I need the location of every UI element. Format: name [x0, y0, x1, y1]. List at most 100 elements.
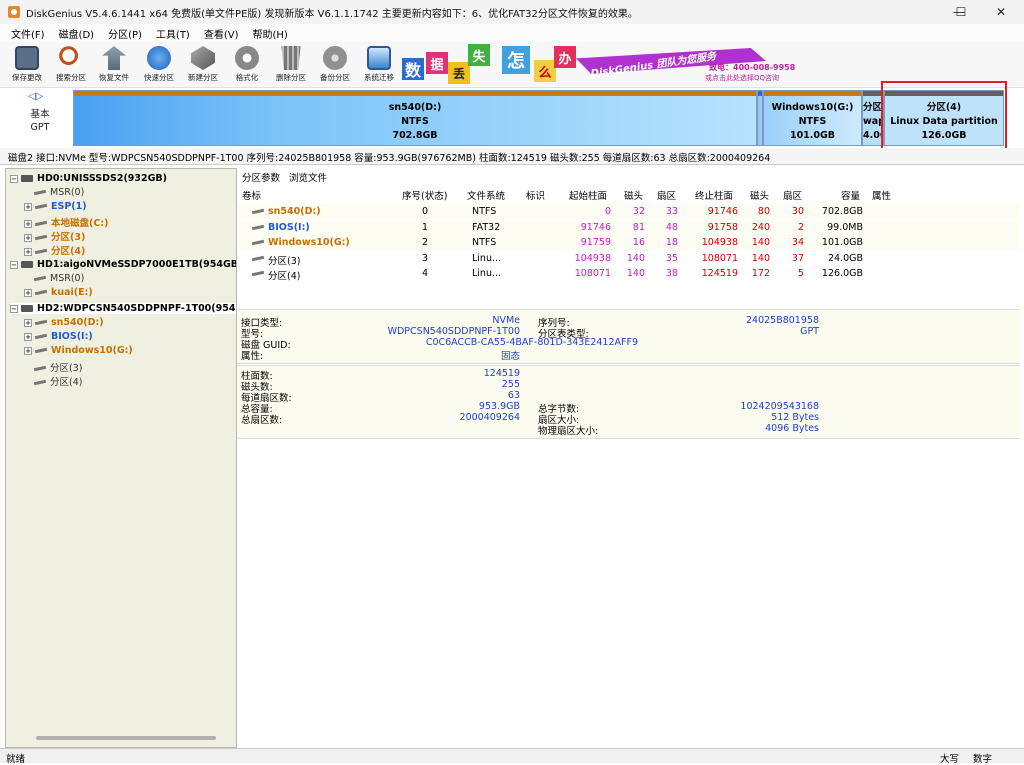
menu-view[interactable]: 查看(V)	[204, 26, 239, 41]
tab-browse-files[interactable]: 浏览文件	[289, 173, 327, 184]
expand-icon[interactable]: +	[24, 247, 32, 256]
collapse-icon[interactable]: −	[10, 260, 18, 269]
cell-eh: 240	[751, 221, 770, 233]
expand-icon[interactable]: +	[24, 288, 32, 297]
format-icon	[235, 46, 259, 70]
menu-bar: 文件(F) 磁盘(D) 分区(P) 工具(T) 查看(V) 帮助(H)	[0, 24, 1024, 42]
menu-partition[interactable]: 分区(P)	[108, 26, 142, 41]
delete-partition-button[interactable]: 删除分区	[270, 44, 312, 83]
menu-file[interactable]: 文件(F)	[11, 26, 45, 41]
table-row[interactable]: BIOS(I:) 1 FAT32 91746 81 48 91758 240 2 99.0MB	[238, 219, 1020, 235]
cell-size: 99.0MB	[827, 221, 863, 233]
tab-partition-params[interactable]: 分区参数	[242, 173, 280, 184]
col-end-head[interactable]: 磁头	[750, 188, 769, 202]
disk-type: 基本 GPT	[22, 108, 58, 134]
system-migrate-button[interactable]: 系统迁移	[358, 44, 400, 83]
disk-info-bar: 磁盘2 接口:NVMe 型号:WDPCSN540SDDPNPF-1T00 序列号…	[0, 148, 1024, 165]
col-number[interactable]: 序号(状态)	[402, 188, 447, 202]
table-row[interactable]: 分区(3) 3 Linu... 104938 140 35 108071 140 37 24.0G…	[238, 251, 1020, 267]
recover-files-button[interactable]: 恢复文件	[93, 44, 135, 83]
status-bar: 就绪 大写 数字	[0, 748, 1024, 765]
col-start-cyl[interactable]: 起始柱面	[569, 188, 607, 202]
tree-item[interactable]: + sn540(D:)	[24, 317, 104, 328]
partition-icon	[34, 289, 48, 296]
tree-disk-hd1[interactable]: − HD1:aigoNVMeSSDP7000E1TB(954GB)	[10, 259, 236, 270]
tree-disk-hd2[interactable]: − HD2:WDPCSN540SDDPNPF-1T00(954G	[10, 303, 236, 314]
tree-item[interactable]: + 分区(4)	[24, 243, 85, 257]
col-volume-label[interactable]: 卷标	[242, 188, 261, 202]
tree-item[interactable]: + Windows10(G:)	[24, 345, 133, 356]
table-row[interactable]: sn540(D:) 0 NTFS 0 32 33 91746 80 30 702.8GB	[238, 204, 1020, 219]
search-partition-button[interactable]: 搜索分区	[50, 44, 92, 83]
menu-help[interactable]: 帮助(H)	[253, 26, 288, 41]
table-row[interactable]: Windows10(G:) 2 NTFS 91759 16 18 104938 140 34 10…	[238, 235, 1020, 251]
cell-fs: Linu...	[472, 268, 502, 280]
col-size[interactable]: 容量	[841, 188, 860, 202]
cell-eh: 140	[751, 252, 770, 264]
prev-disk-icon[interactable]: ◁	[28, 91, 36, 102]
collapse-icon[interactable]: −	[10, 174, 18, 183]
cell-ss: 35	[665, 252, 678, 264]
menu-tools[interactable]: 工具(T)	[156, 26, 190, 41]
backup-partition-button[interactable]: 备份分区	[314, 44, 356, 83]
tree-item[interactable]: + BIOS(I:)	[24, 331, 93, 342]
title-bar: DiskGenius V5.4.6.1441 x64 免费版(单文件PE版) 发…	[0, 0, 1024, 24]
col-start-head[interactable]: 磁头	[624, 188, 643, 202]
expand-icon[interactable]: +	[24, 233, 32, 242]
banner-char: 据	[426, 52, 448, 74]
cell-fs: FAT32	[472, 221, 501, 233]
table-row[interactable]: 分区(4) 4 Linu... 108071 140 38 124519 172 5 126.0G…	[238, 266, 1020, 282]
cell-es: 2	[797, 221, 804, 233]
basic-label: 基本	[30, 109, 50, 120]
expand-icon[interactable]: +	[24, 346, 32, 355]
tree-disk-hd0[interactable]: − HD0:UNISSSDS2(932GB)	[10, 173, 167, 184]
quick-partition-button[interactable]: 快速分区	[138, 44, 180, 83]
partition-segment-sn540[interactable]: sn540(D:) NTFS 702.8GB	[73, 90, 757, 146]
tree-label: ESP(1)	[51, 201, 87, 212]
cell-ec: 91746	[707, 206, 738, 217]
tree-item[interactable]: MSR(0)	[33, 273, 84, 284]
col-attr[interactable]: 属性	[872, 188, 891, 202]
save-button[interactable]: 保存更改	[6, 44, 48, 83]
partition-icon	[251, 224, 265, 230]
backup-partition-label: 备份分区	[320, 73, 350, 82]
tree-item[interactable]: + kuai(E:)	[24, 287, 93, 298]
next-disk-icon[interactable]: ▷	[36, 91, 44, 102]
expand-icon[interactable]: +	[24, 332, 32, 341]
tree-item[interactable]: + 本地磁盘(C:)	[24, 215, 108, 229]
tree-horizontal-scrollbar[interactable]	[36, 736, 216, 740]
new-partition-button[interactable]: 新建分区	[182, 44, 224, 83]
partition-segment-windows10[interactable]: Windows10(G:) NTFS 101.0GB	[763, 90, 862, 146]
tree-item[interactable]: 分区(4)	[33, 374, 82, 388]
cell-sh: 140	[626, 268, 645, 280]
partition-icon	[33, 365, 47, 372]
tree-item[interactable]: + 分区(3)	[24, 229, 85, 243]
new-partition-icon	[191, 46, 215, 70]
col-id[interactable]: 标识	[526, 188, 545, 202]
col-filesystem[interactable]: 文件系统	[467, 188, 505, 202]
system-migrate-label: 系统迁移	[364, 73, 394, 82]
menu-disk[interactable]: 磁盘(D)	[59, 26, 95, 41]
banner-slogan: DiskGenius 团队为您服务	[590, 51, 717, 80]
new-partition-label: 新建分区	[188, 73, 218, 82]
promo-banner[interactable]: 数 据 丢 失 怎 么 办 DiskGenius 团队为您服务 致电：400-0…	[400, 42, 808, 88]
expand-icon[interactable]: +	[24, 202, 32, 211]
cell-sc: 0	[604, 206, 611, 217]
tree-item[interactable]: 分区(3)	[33, 360, 82, 374]
expand-icon[interactable]: +	[24, 219, 32, 228]
col-end-cyl[interactable]: 终止柱面	[695, 188, 733, 202]
col-end-sector[interactable]: 扇区	[783, 188, 802, 202]
col-start-sector[interactable]: 扇区	[657, 188, 676, 202]
expand-icon[interactable]: +	[24, 318, 32, 327]
tree-item[interactable]: MSR(0)	[33, 187, 84, 198]
cell-es: 30	[791, 206, 804, 217]
segment-size: 101.0GB	[789, 130, 836, 141]
tree-item[interactable]: + ESP(1)	[24, 201, 87, 212]
cell-sc: 91746	[580, 221, 611, 233]
segment-fs: NTFS	[401, 116, 429, 127]
format-button[interactable]: 格式化	[226, 44, 268, 83]
close-button[interactable]: ✕	[978, 0, 1024, 24]
collapse-icon[interactable]: −	[10, 304, 18, 313]
banner-phone: 致电：400-008-9958	[709, 63, 796, 72]
cell-ec: 124519	[701, 268, 738, 280]
